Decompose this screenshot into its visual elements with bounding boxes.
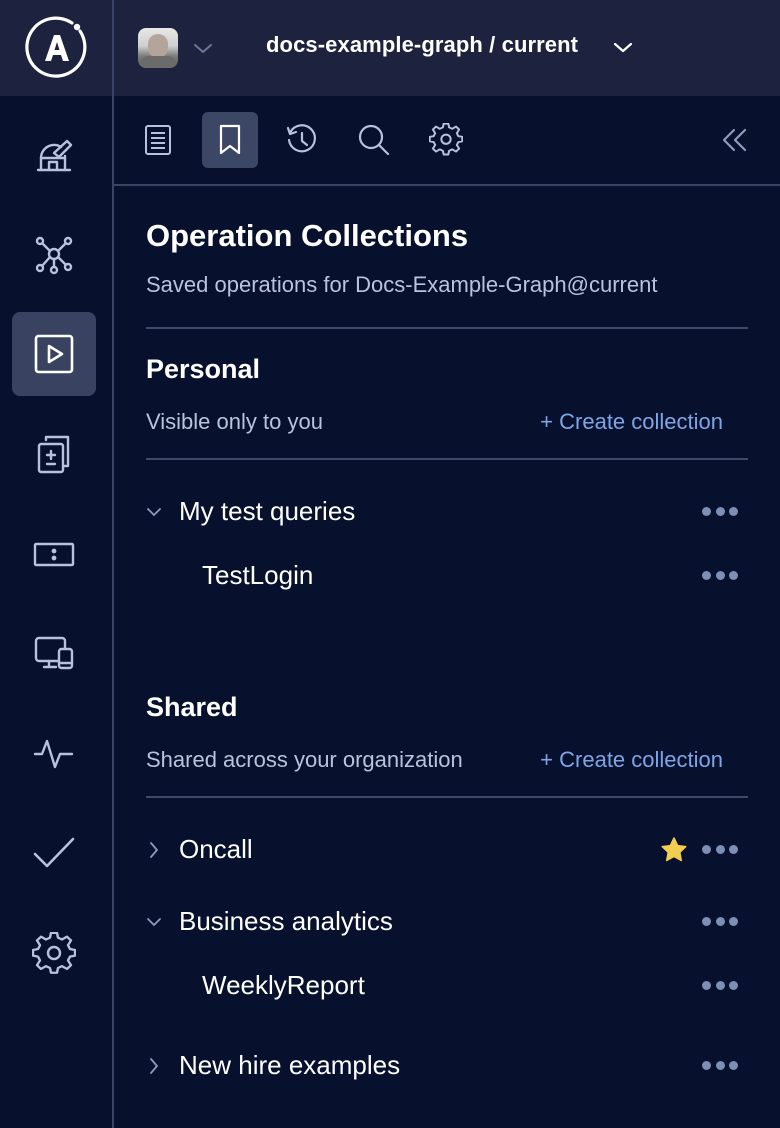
tab-search[interactable] [346,112,402,168]
chevron-right-icon[interactable] [146,1056,162,1076]
apollo-logo[interactable] [0,0,113,96]
section-desc-personal: Visible only to you [146,409,323,434]
more-options-icon[interactable] [702,568,738,582]
toolbar-divider [114,184,780,186]
search-icon [358,124,390,156]
more-options-icon[interactable] [702,504,738,518]
create-collection-personal-button[interactable]: + Create collection [540,409,723,435]
nav-item-home[interactable] [12,112,96,196]
nav-item-schema[interactable] [12,212,96,296]
avatar[interactable] [138,28,178,68]
tab-settings[interactable] [418,112,474,168]
more-options-icon[interactable] [702,1058,738,1072]
graph-nodes-icon [35,236,73,275]
collection-name: Oncall [179,834,253,864]
tab-collections[interactable] [202,112,258,168]
nav-item-explorer[interactable] [12,312,96,396]
collection-name: My test queries [179,496,356,526]
divider [146,458,748,460]
section-desc-shared: Shared across your organization [146,747,463,772]
chevron-down-icon[interactable] [146,502,162,522]
graph-variant-selector[interactable]: docs-example-graph / current [266,32,578,58]
more-options-icon[interactable] [702,978,738,992]
pulse-icon [33,739,74,769]
more-options-icon[interactable] [702,842,738,856]
nav-item-clients[interactable] [12,512,96,596]
diff-copy-icon [37,435,70,474]
page-subtitle: Saved operations for Docs-Example-Graph@… [146,272,658,297]
avatar-shirt [140,56,176,68]
document-icon [145,125,171,155]
observatory-icon [36,139,73,172]
chevron-down-icon[interactable] [612,38,634,58]
gear-icon [429,123,463,156]
operation-name: WeeklyReport [202,970,365,1000]
collection-row[interactable]: Oncall [146,828,748,872]
collection-row[interactable]: New hire examples [146,1044,748,1088]
avatar-face [148,34,168,58]
desktop-mobile-icon [34,636,74,670]
play-square-icon [34,334,74,374]
divider [146,796,748,798]
divider [146,327,748,329]
explorer-toolbar [114,96,780,186]
collection-name: Business analytics [179,906,393,936]
operation-row[interactable]: WeeklyReport [146,964,748,1008]
history-icon [286,124,316,153]
operation-row[interactable]: TestLogin [146,554,748,598]
nav-item-devices[interactable] [12,612,96,696]
section-title-personal: Personal [146,354,261,384]
ticket-icon [33,542,75,567]
page-title: Operation Collections [146,218,469,253]
tab-history[interactable] [274,112,330,168]
chevron-right-icon[interactable] [146,840,162,860]
nav-item-settings[interactable] [12,912,96,996]
bookmark-icon [219,124,241,155]
section-title-shared: Shared [146,692,238,722]
gear-icon [32,932,76,974]
left-nav [0,96,112,1128]
star-icon[interactable] [660,836,688,864]
operation-name: TestLogin [202,560,314,590]
chevron-down-icon[interactable] [146,912,162,932]
tab-documentation[interactable] [130,112,186,168]
nav-item-insights[interactable] [12,712,96,796]
chevron-down-icon[interactable] [192,38,214,58]
double-chevron-left-icon[interactable] [718,124,754,160]
create-collection-shared-button[interactable]: + Create collection [540,747,723,773]
apollo-logo-icon [24,16,86,78]
more-options-icon[interactable] [702,914,738,928]
collection-row[interactable]: My test queries [146,490,748,534]
check-icon [33,837,75,868]
nav-item-checks[interactable] [12,812,96,896]
collection-name: New hire examples [179,1050,401,1080]
top-bar: docs-example-graph / current [0,0,780,96]
collection-row[interactable]: Business analytics [146,900,748,944]
nav-item-changelog[interactable] [12,412,96,496]
